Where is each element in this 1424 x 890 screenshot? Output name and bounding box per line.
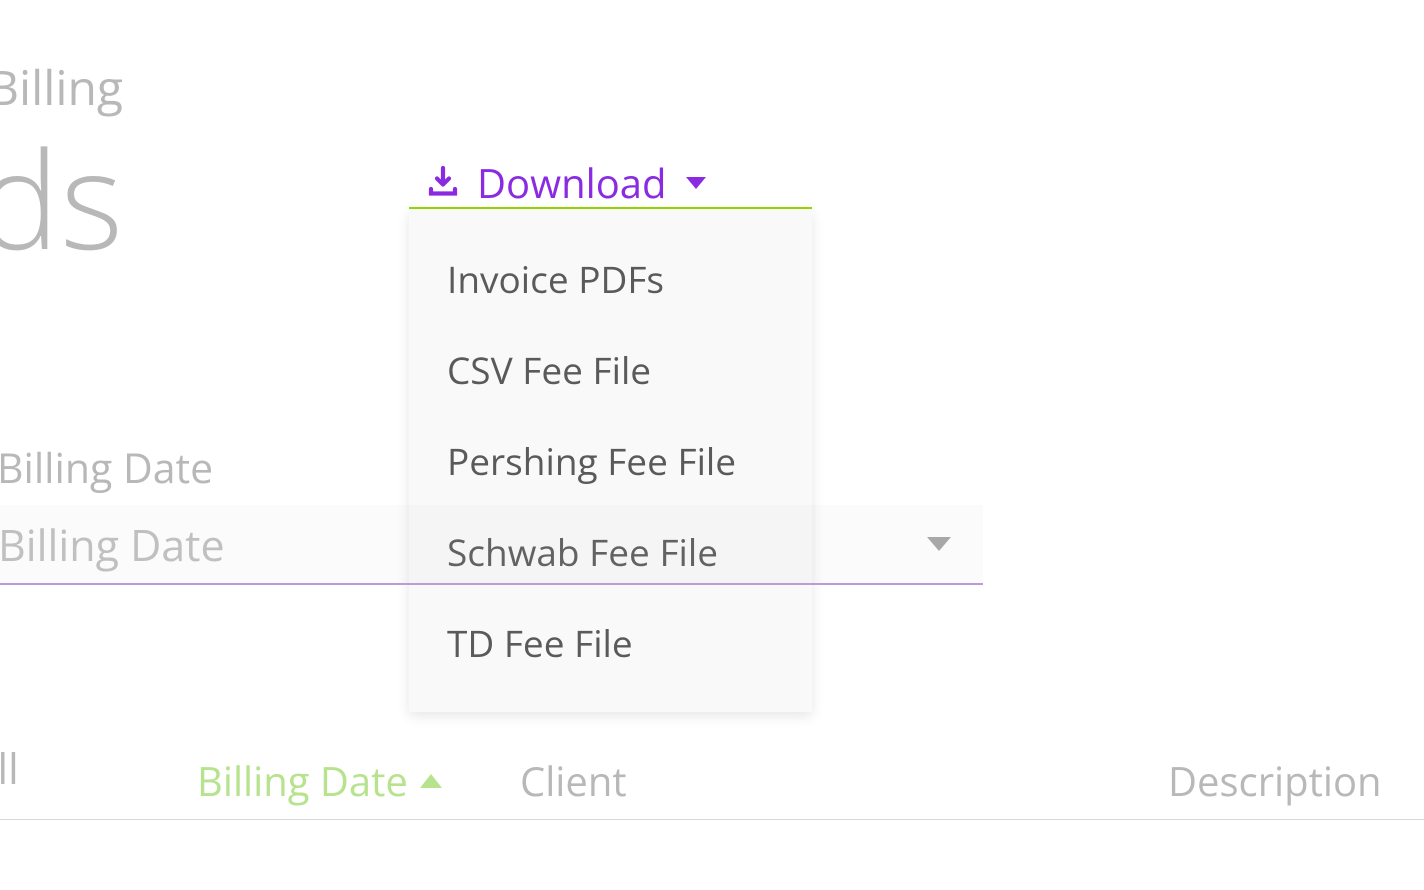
column-label: Billing Date: [197, 753, 408, 808]
page-title: cords: [0, 105, 124, 289]
table-divider: [0, 819, 1424, 820]
download-dropdown-menu: Invoice PDFs CSV Fee File Pershing Fee F…: [409, 209, 812, 712]
select-placeholder: Billing Date: [0, 515, 225, 574]
download-icon: [425, 165, 461, 201]
column-header-billing-date[interactable]: Billing Date: [197, 753, 442, 808]
chevron-down-icon: [927, 537, 951, 551]
column-header-description[interactable]: Description: [1168, 753, 1382, 808]
download-label: Download: [477, 155, 666, 210]
column-header-client[interactable]: Client: [520, 753, 627, 808]
menu-item-td-fee-file[interactable]: TD Fee File: [409, 597, 812, 688]
billing-date-select[interactable]: Billing Date: [0, 505, 983, 585]
caret-down-icon: [686, 177, 706, 189]
menu-item-invoice-pdfs[interactable]: Invoice PDFs: [409, 233, 812, 324]
menu-item-pershing-fee-file[interactable]: Pershing Fee File: [409, 415, 812, 506]
sort-ascending-icon: [420, 774, 442, 788]
billing-date-filter-label: Billing Date: [0, 440, 213, 496]
menu-item-csv-fee-file[interactable]: CSV Fee File: [409, 324, 812, 415]
select-all-label[interactable]: ct All: [0, 740, 19, 797]
